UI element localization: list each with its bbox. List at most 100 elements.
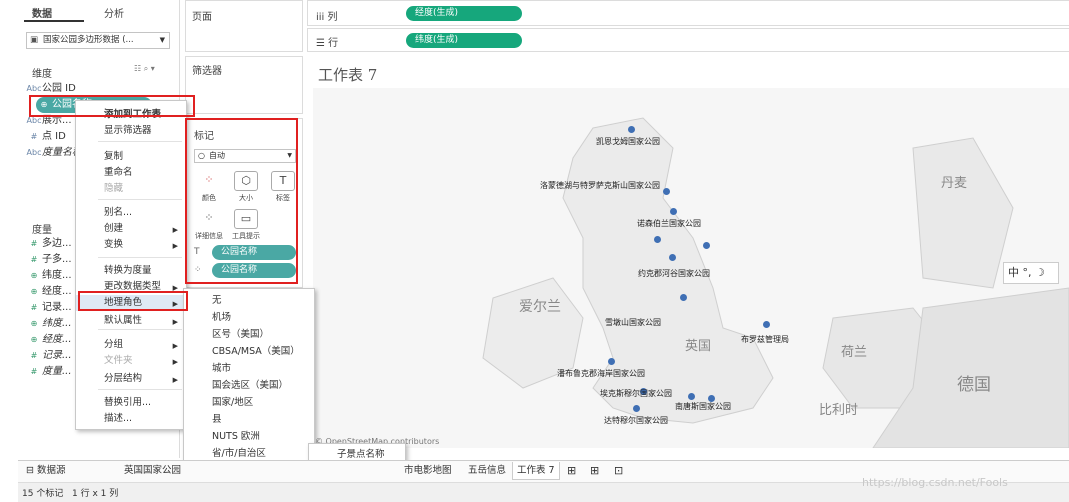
geo-role-item[interactable]: 城市 bbox=[184, 361, 314, 377]
field-type-icon: ⊕ bbox=[30, 271, 38, 280]
dimension-item[interactable]: Abc度量名称 bbox=[26, 145, 82, 161]
measure-item[interactable]: # 度量... bbox=[26, 364, 72, 380]
chevron-right-icon: ▶ bbox=[172, 226, 178, 234]
context-menu-item[interactable]: 别名... bbox=[76, 205, 186, 221]
context-menu-item[interactable]: 复制 bbox=[76, 149, 186, 165]
park-marker[interactable] bbox=[608, 358, 615, 365]
measure-item[interactable]: # 记录... bbox=[26, 348, 72, 364]
tab-analysis[interactable]: 分析 bbox=[104, 5, 124, 20]
measure-item[interactable]: # 多边... bbox=[26, 236, 72, 252]
geo-role-item[interactable]: 县 bbox=[184, 412, 314, 428]
context-menu-item[interactable]: 转换为度量 bbox=[76, 263, 186, 279]
worksheet-title: 工作表 7 bbox=[318, 66, 378, 84]
columns-pill[interactable]: 经度(生成) bbox=[406, 6, 522, 21]
park-marker[interactable] bbox=[633, 405, 640, 412]
chevron-right-icon: ▶ bbox=[172, 318, 178, 326]
datasource-tab-label: 数据源 bbox=[36, 465, 66, 476]
geo-role-item[interactable]: CBSA/MSA（美国） bbox=[184, 344, 314, 360]
park-marker[interactable] bbox=[703, 242, 710, 249]
rows-pill[interactable]: 纬度(生成) bbox=[406, 33, 522, 48]
context-menu-item[interactable]: 默认属性 bbox=[76, 313, 186, 329]
park-marker[interactable] bbox=[670, 208, 677, 215]
measure-label: 记录... bbox=[42, 350, 72, 361]
new-dashboard-icon[interactable]: ⊞ bbox=[586, 462, 603, 480]
geo-role-item[interactable]: 机场 bbox=[184, 310, 314, 326]
datasource-icon: ⊟ bbox=[26, 465, 37, 476]
park-marker[interactable] bbox=[663, 188, 670, 195]
dimension-label: 点 ID bbox=[42, 131, 66, 142]
sheet-tab-active[interactable]: 工作表 7 bbox=[512, 462, 560, 480]
measure-label: 度量... bbox=[42, 366, 72, 377]
filters-shelf[interactable]: 筛选器 bbox=[185, 56, 303, 114]
dimensions-tools[interactable]: ☷ ⌕ ▾ bbox=[134, 64, 155, 74]
field-type-icon: # bbox=[30, 367, 38, 376]
datasource-tab[interactable]: ⊟ 数据源 bbox=[22, 462, 70, 480]
park-marker[interactable] bbox=[628, 126, 635, 133]
measure-item[interactable]: ⊕ 经度... bbox=[26, 332, 72, 348]
park-label: 布罗兹管理局 bbox=[741, 335, 789, 344]
measure-item[interactable]: ⊕ 纬度... bbox=[26, 316, 72, 332]
park-marker[interactable] bbox=[763, 321, 770, 328]
park-label: 诺森伯兰国家公园 bbox=[637, 219, 701, 228]
tab-underline bbox=[24, 20, 84, 22]
context-menu-item[interactable]: 替换引用... bbox=[76, 395, 186, 411]
park-label: 洛蒙德湖与特罗萨克斯山国家公园 bbox=[540, 181, 660, 190]
geo-role-item[interactable]: 国会选区（美国） bbox=[184, 378, 314, 394]
country-label: 英国 bbox=[685, 339, 712, 354]
measure-label: 经度... bbox=[42, 334, 72, 345]
measure-item[interactable]: ⊕ 经度... bbox=[26, 284, 72, 300]
park-label: 潘布鲁克郡海岸国家公园 bbox=[557, 369, 645, 378]
new-worksheet-icon[interactable]: ⊞ bbox=[563, 462, 580, 480]
sheet-tab[interactable]: 五岳信息 bbox=[464, 462, 510, 480]
park-marker[interactable] bbox=[654, 236, 661, 243]
pages-title: 页面 bbox=[192, 12, 212, 23]
datasource-select[interactable]: ▣ 国家公园多边形数据 (... ▼ bbox=[26, 32, 170, 49]
country-label: 比利时 bbox=[819, 403, 859, 418]
dimension-label: 公园 ID bbox=[42, 83, 76, 94]
field-type-icon: # bbox=[30, 255, 38, 264]
measure-item[interactable]: ⊕ 纬度... bbox=[26, 268, 72, 284]
measure-label: 纬度... bbox=[42, 318, 72, 329]
context-menu-item[interactable]: 分层结构 bbox=[76, 371, 186, 387]
language-widget[interactable]: 中 °, ☽ bbox=[1003, 262, 1059, 284]
measure-label: 经度... bbox=[42, 286, 72, 297]
context-menu-item[interactable]: 变换 bbox=[76, 237, 186, 253]
park-marker[interactable] bbox=[688, 393, 695, 400]
park-label: 达特穆尔国家公园 bbox=[604, 416, 668, 425]
chevron-down-icon[interactable]: ▼ bbox=[160, 33, 165, 48]
filters-title: 筛选器 bbox=[192, 66, 222, 77]
map-area[interactable]: 丹麦 爱尔兰 英国 荷兰 德国 比利时 凯恩戈姆国家公园 洛蒙德湖与特罗萨克斯山国家公园 诺森… bbox=[313, 88, 1069, 448]
rows-text: 行 bbox=[328, 38, 339, 49]
context-menu-item[interactable]: 重命名 bbox=[76, 165, 186, 181]
context-menu-item[interactable]: 分组 bbox=[76, 337, 186, 353]
geo-role-item[interactable]: NUTS 欧洲 bbox=[184, 429, 314, 445]
context-menu-item[interactable]: 创建 bbox=[76, 221, 186, 237]
context-menu-item[interactable]: 显示筛选器 bbox=[76, 123, 186, 139]
geo-role-item[interactable]: 国家/地区 bbox=[184, 395, 314, 411]
dimension-item[interactable]: # 点 ID bbox=[26, 129, 66, 145]
measure-item[interactable]: # 记录... bbox=[26, 300, 72, 316]
geo-role-item[interactable]: 区号（美国） bbox=[184, 327, 314, 343]
columns-shelf[interactable]: iii 列 经度(生成) bbox=[307, 0, 1069, 26]
park-marker[interactable] bbox=[680, 294, 687, 301]
columns-label: iii 列 bbox=[316, 8, 338, 23]
columns-icon: iii bbox=[316, 12, 328, 23]
measure-item[interactable]: # 子多... bbox=[26, 252, 72, 268]
pages-shelf[interactable]: 页面 bbox=[185, 0, 303, 52]
geo-role-item[interactable]: 无 bbox=[184, 293, 314, 309]
field-type-icon: # bbox=[30, 132, 38, 141]
sheet-tab[interactable]: 英国国家公园 bbox=[120, 462, 185, 480]
rows-shelf[interactable]: ☰ 行 纬度(生成) bbox=[307, 28, 1069, 52]
new-story-icon[interactable]: ⊡ bbox=[610, 462, 627, 480]
dimensions-title: 维度 bbox=[32, 69, 52, 80]
measure-label: 纬度... bbox=[42, 270, 72, 281]
park-marker[interactable] bbox=[669, 254, 676, 261]
park-label: 约克郡河谷国家公园 bbox=[638, 269, 710, 278]
field-type-icon: Abc bbox=[26, 148, 42, 157]
context-menu-item[interactable]: 隐藏 bbox=[76, 181, 186, 197]
country-label: 爱尔兰 bbox=[519, 299, 561, 315]
context-menu-item[interactable]: 文件夹 bbox=[76, 353, 186, 369]
sheet-tab[interactable]: 市电影地图 bbox=[400, 462, 456, 480]
tab-data[interactable]: 数据 bbox=[32, 5, 52, 20]
context-menu-item[interactable]: 描述... bbox=[76, 411, 186, 427]
